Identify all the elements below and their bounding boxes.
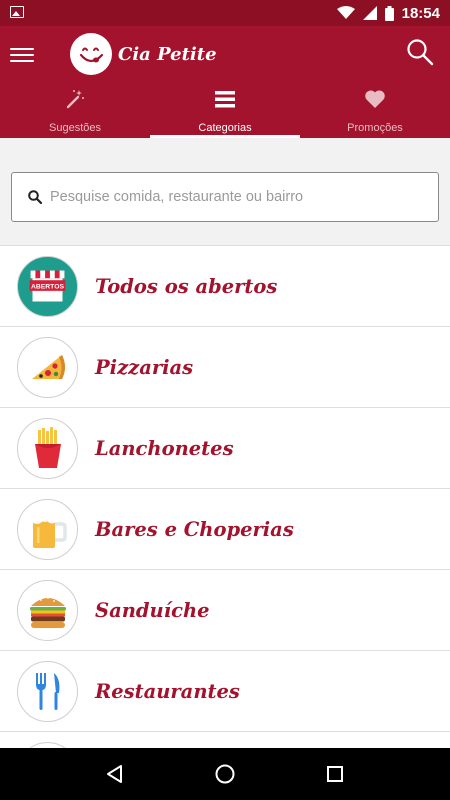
app-bar: Cia Petite Sugestões Categorias Promoçõe… <box>0 26 450 138</box>
app-logo: Cia Petite <box>70 32 217 76</box>
category-bares-e-choperias[interactable]: Bares e Choperias <box>0 489 450 570</box>
category-label: Pizzarias <box>95 355 194 379</box>
fries-icon <box>17 417 78 479</box>
signal-icon <box>362 6 377 20</box>
category-pizzarias[interactable]: Pizzarias <box>0 327 450 408</box>
category-partial <box>0 732 450 748</box>
hamburger-menu-icon[interactable] <box>10 44 34 66</box>
tab-sugestoes[interactable]: Sugestões <box>0 84 150 138</box>
battery-icon <box>384 5 394 21</box>
tab-label: Promoções <box>347 122 403 134</box>
wifi-icon <box>336 6 355 19</box>
search-box[interactable] <box>11 172 439 222</box>
back-icon[interactable] <box>95 754 135 794</box>
category-sanduiche[interactable]: Sanduíche <box>0 570 450 651</box>
category-label: Lanchonetes <box>95 436 234 460</box>
heart-icon <box>364 88 386 110</box>
pizza-icon <box>17 336 78 398</box>
category-todos-os-abertos[interactable]: ABERTOS Todos os abertos <box>0 246 450 327</box>
category-restaurantes[interactable]: Restaurantes <box>0 651 450 732</box>
category-label: Todos os abertos <box>95 274 278 298</box>
open-badge-text: ABERTOS <box>31 283 64 290</box>
recents-icon[interactable] <box>315 754 355 794</box>
app-name: Cia Petite <box>118 43 217 65</box>
image-notification-icon <box>10 6 24 18</box>
magic-wand-icon <box>65 88 85 110</box>
category-label: Sanduíche <box>95 598 210 622</box>
tab-label: Sugestões <box>49 122 101 134</box>
category-label: Bares e Choperias <box>95 517 294 541</box>
beer-mug-icon <box>17 498 78 560</box>
category-list: ABERTOS Todos os abertos Pizzarias Lanch… <box>0 245 450 748</box>
home-icon[interactable] <box>205 754 245 794</box>
category-lanchonetes[interactable]: Lanchonetes <box>0 408 450 489</box>
tab-label: Categorias <box>198 122 252 134</box>
category-label: Restaurantes <box>95 679 240 703</box>
search-input[interactable] <box>50 189 438 205</box>
burger-icon <box>17 579 78 641</box>
search-icon <box>28 190 42 204</box>
status-bar: 18:54 <box>0 0 450 26</box>
smiley-logo-icon <box>70 33 112 75</box>
tab-categorias[interactable]: Categorias <box>150 84 300 138</box>
status-icons: 18:54 <box>336 4 440 22</box>
search-icon[interactable] <box>406 38 434 66</box>
tab-promocoes[interactable]: Promoções <box>300 84 450 138</box>
clock: 18:54 <box>401 4 440 22</box>
system-nav-bar <box>0 748 450 800</box>
list-icon <box>215 88 235 110</box>
fork-knife-icon <box>17 660 78 722</box>
open-store-icon: ABERTOS <box>17 255 78 317</box>
tab-bar: Sugestões Categorias Promoções <box>0 84 450 138</box>
